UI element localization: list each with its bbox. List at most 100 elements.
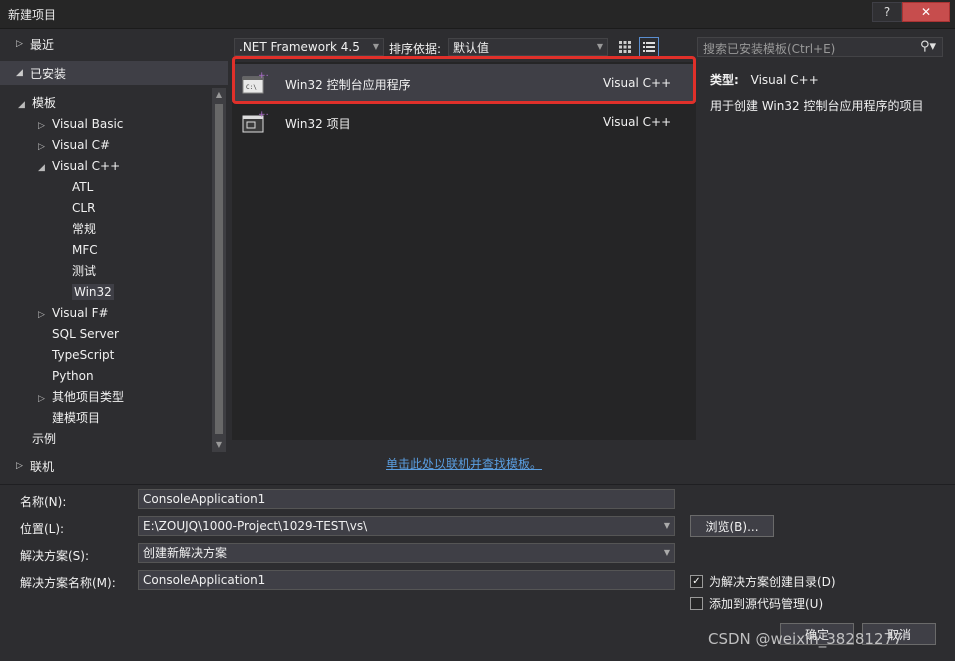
selection-highlight-box bbox=[232, 56, 696, 104]
search-input[interactable]: 搜索已安装模板(Ctrl+E) ⚲▾ bbox=[697, 37, 943, 57]
solution-value: 创建新解决方案 bbox=[143, 546, 228, 560]
template-type: 类型: Visual C++ bbox=[710, 71, 819, 88]
tree-item[interactable]: 测试 bbox=[58, 261, 96, 282]
grid-view-button[interactable] bbox=[615, 37, 635, 57]
source-control-checkbox[interactable]: 添加到源代码管理(U) bbox=[690, 595, 823, 612]
location-field[interactable]: E:\ZOUJQ\1000-Project\1029-TEST\vs\ ▼ bbox=[138, 516, 675, 536]
tree-item[interactable]: TypeScript bbox=[38, 345, 114, 366]
title-bar: 新建项目 ? ✕ bbox=[0, 0, 955, 29]
solution-name-field[interactable]: ConsoleApplication1 bbox=[138, 570, 675, 590]
tree-item-label: SQL Server bbox=[52, 327, 119, 341]
scroll-down-icon[interactable]: ▼ bbox=[212, 438, 226, 452]
tree-item-label: CLR bbox=[72, 201, 96, 215]
type-label: 类型: bbox=[710, 73, 739, 87]
close-icon: ✕ bbox=[920, 5, 932, 19]
tree-item[interactable]: 建模项目 bbox=[38, 408, 100, 429]
tree-item-label: 建模项目 bbox=[52, 411, 101, 425]
chevron-down-icon[interactable]: ▼ bbox=[664, 517, 670, 535]
search-icon[interactable]: ⚲▾ bbox=[920, 39, 936, 54]
list-view-icon bbox=[643, 42, 655, 52]
solution-dropdown[interactable]: 创建新解决方案 ▼ bbox=[138, 543, 675, 563]
browse-button[interactable]: 浏览(B)... bbox=[690, 515, 774, 537]
chevron-down-icon: ▼ bbox=[663, 548, 670, 557]
tree-item-label: 其他项目类型 bbox=[52, 390, 125, 404]
location-value: E:\ZOUJQ\1000-Project\1029-TEST\vs\ bbox=[143, 519, 368, 533]
nav-section-label: 已安装 bbox=[30, 66, 67, 81]
nav-section-online[interactable]: ▷ 联机 bbox=[0, 454, 228, 478]
tree-item[interactable]: 示例 bbox=[18, 429, 56, 450]
name-value: ConsoleApplication1 bbox=[143, 492, 266, 506]
name-field[interactable]: ConsoleApplication1 bbox=[138, 489, 675, 509]
nav-section-recent[interactable]: ▷ 最近 bbox=[0, 32, 228, 56]
tree-item[interactable]: ▷ Visual F# bbox=[38, 303, 109, 324]
close-button[interactable]: ✕ bbox=[902, 2, 950, 22]
tree-item-label: 模板 bbox=[32, 96, 57, 110]
location-label: 位置(L): bbox=[20, 522, 65, 536]
tree-item-label: TypeScript bbox=[52, 348, 115, 362]
chevron-down-icon: ▼ bbox=[596, 42, 603, 51]
create-directory-label: 为解决方案创建目录(D) bbox=[709, 575, 836, 589]
framework-dropdown[interactable]: .NET Framework 4.5 ▼ bbox=[234, 38, 384, 56]
collapse-arrow-icon[interactable]: ◢ bbox=[18, 95, 32, 116]
tree-item-label: Visual C++ bbox=[52, 159, 121, 173]
sort-value: 默认值 bbox=[453, 40, 490, 55]
template-description: 用于创建 Win32 控制台应用程序的项目 bbox=[710, 99, 924, 113]
checkmark-icon[interactable]: ✓ bbox=[690, 575, 703, 588]
tree-item[interactable]: ◢ Visual C++ bbox=[38, 156, 120, 177]
tree-item-label: 示例 bbox=[32, 432, 57, 446]
checkbox-box[interactable] bbox=[690, 597, 703, 610]
scroll-thumb[interactable] bbox=[215, 104, 223, 434]
tree-item-label: Visual C# bbox=[52, 138, 111, 152]
create-directory-checkbox[interactable]: ✓ 为解决方案创建目录(D) bbox=[690, 573, 836, 590]
tree-item-label: Visual F# bbox=[52, 306, 109, 320]
nav-section-installed[interactable]: ◢ 已安装 bbox=[0, 61, 228, 85]
chevron-down-icon: ▼ bbox=[372, 42, 379, 51]
tree-item[interactable]: MFC bbox=[58, 240, 98, 261]
tree-item[interactable]: ▷ Visual Basic bbox=[38, 114, 123, 135]
grid-view-icon bbox=[619, 41, 631, 53]
sort-label: 排序依据: bbox=[389, 42, 442, 56]
tree-item-label: 测试 bbox=[72, 264, 97, 278]
tree-item[interactable]: ◢ 模板 bbox=[18, 93, 56, 114]
sort-dropdown[interactable]: 默认值 ▼ bbox=[448, 38, 608, 56]
nav-section-label: 联机 bbox=[30, 459, 55, 474]
expand-arrow-icon[interactable]: ▷ bbox=[38, 389, 52, 410]
tree-item[interactable]: ATL bbox=[58, 177, 93, 198]
framework-value: .NET Framework 4.5 bbox=[239, 40, 360, 54]
tree-scrollbar[interactable]: ▲ ▼ bbox=[212, 88, 226, 452]
scroll-up-icon[interactable]: ▲ bbox=[212, 88, 226, 102]
template-language: Visual C++ bbox=[603, 115, 672, 129]
solution-label: 解决方案(S): bbox=[20, 549, 90, 563]
tree-item[interactable]: SQL Server bbox=[38, 324, 119, 345]
tree-item-label: 常规 bbox=[72, 222, 97, 236]
expand-arrow-icon[interactable]: ▷ bbox=[38, 116, 52, 137]
search-placeholder: 搜索已安装模板(Ctrl+E) bbox=[703, 42, 836, 56]
expand-arrow-icon: ▷ bbox=[16, 461, 23, 471]
expand-arrow-icon[interactable]: ▷ bbox=[38, 137, 52, 158]
collapse-arrow-icon: ◢ bbox=[16, 68, 23, 78]
tree-item[interactable]: 常规 bbox=[58, 219, 96, 240]
template-name: Win32 项目 bbox=[285, 117, 351, 131]
name-label: 名称(N): bbox=[20, 495, 67, 509]
online-templates-link[interactable]: 单击此处以联机并查找模板。 bbox=[386, 455, 542, 472]
tree-item[interactable]: Python bbox=[38, 366, 94, 387]
tree-item[interactable]: ▷ Visual C# bbox=[38, 135, 110, 156]
collapse-arrow-icon[interactable]: ◢ bbox=[38, 158, 52, 179]
template-item-win32-project[interactable]: ++ Win32 项目 Visual C++ bbox=[232, 103, 696, 141]
list-view-button[interactable] bbox=[639, 37, 659, 57]
source-control-label: 添加到源代码管理(U) bbox=[709, 597, 824, 611]
template-list: C:\ ++ Win32 控制台应用程序 Visual C++ ++ Win32… bbox=[232, 62, 696, 440]
tree-item[interactable]: ▷ 其他项目类型 bbox=[38, 387, 124, 408]
tree-item[interactable]: CLR bbox=[58, 198, 95, 219]
svg-text:++: ++ bbox=[258, 110, 268, 120]
tree-item-label: Visual Basic bbox=[52, 117, 124, 131]
expand-arrow-icon[interactable]: ▷ bbox=[38, 305, 52, 326]
tree-item[interactable]: Win32 bbox=[58, 282, 114, 303]
watermark: CSDN @weixin_38281277 bbox=[708, 630, 903, 648]
nav-section-label: 最近 bbox=[30, 37, 55, 52]
win32-project-icon: ++ bbox=[242, 110, 268, 133]
help-button[interactable]: ? bbox=[872, 2, 902, 22]
tree-item-label: Win32 bbox=[72, 284, 114, 300]
expand-arrow-icon: ▷ bbox=[16, 39, 23, 49]
solution-name-label: 解决方案名称(M): bbox=[20, 576, 116, 590]
